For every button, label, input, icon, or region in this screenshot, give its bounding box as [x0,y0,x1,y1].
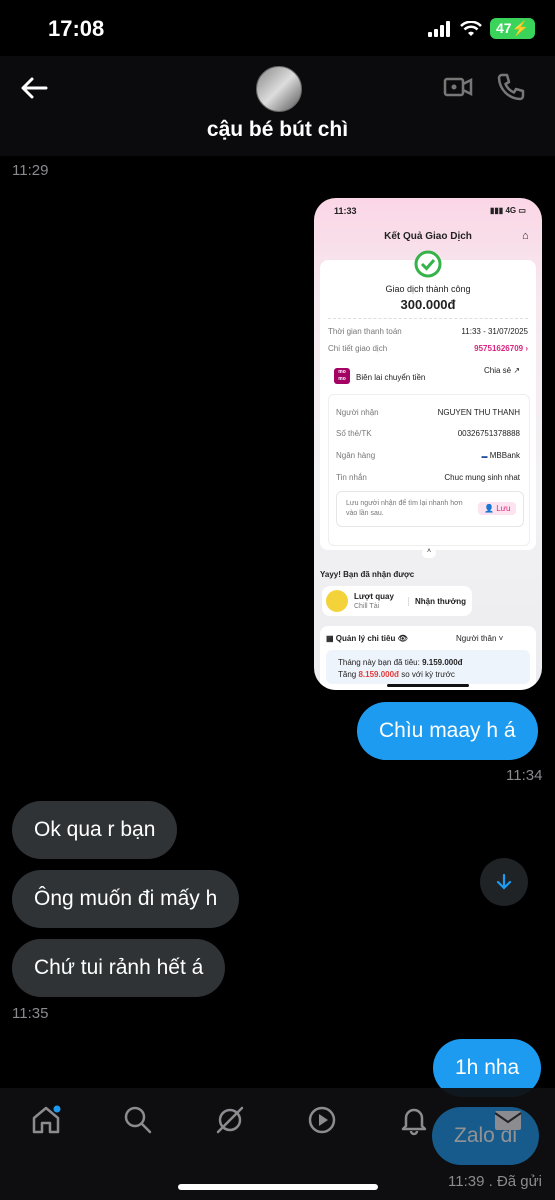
shot-status: ▮▮▮ 4G ▭ [490,206,526,215]
shot-receiver-value: NGUYEN THU THANH [437,408,520,417]
shot-account-label: Số thẻ/TK [336,429,372,438]
shot-save-button: Lưu [496,504,511,513]
shot-detail-value: 95751626709 [474,344,524,353]
shot-detail-label: Chi tiết giao dịch [328,344,388,353]
timestamp: 11:34 [506,767,543,784]
shot-success: Giao dịch thành công [385,284,471,294]
shot-bank-value: MBBank [489,451,520,460]
video-call-icon[interactable] [443,72,473,102]
mail-icon[interactable] [492,1104,524,1136]
incoming-message[interactable]: Ok qua r bạn [12,801,178,859]
shot-spending-title: Quản lý chi tiêu [335,634,396,643]
shot-amount: 300.000đ [400,297,456,312]
shot-increase-prefix: Tăng [338,670,357,679]
sent-status: . Đã gửi [488,1173,543,1190]
status-icons: 47⚡ [427,18,535,39]
shot-message-label: Tin nhắn [336,473,367,482]
contact-avatar[interactable] [256,66,302,112]
outgoing-message[interactable]: Chìu maay h á [357,702,538,760]
momo-logo: mo mo [334,368,350,384]
shot-receive-button: Nhận thưởng [408,597,466,606]
shot-spin-sub: Chill Tài [354,603,380,610]
home-indicator [178,1184,378,1190]
shot-home-indicator [387,684,469,687]
shot-spent-value: 9.159.000đ [422,658,463,667]
shot-receiver-label: Người nhận [336,408,379,417]
shot-home-icon: ⌂ [522,230,529,242]
shot-page-title: Kết Quả Giao Dịch [384,231,472,242]
check-icon [414,250,442,278]
shot-time: 11:33 [334,206,357,216]
signal-icon [427,20,450,37]
shot-network: 4G [505,206,517,215]
contact-name[interactable]: cậu bé bút chì [0,118,555,142]
incoming-message[interactable]: Chứ tui rảnh hết á [12,939,226,997]
shot-message-value: Chuc mung sinh nhat [444,473,520,482]
timestamp: 11:35 [12,1005,49,1022]
shot-increase-suffix: so với kỳ trước [401,670,455,679]
shot-time-value: 11:33 - 31/07/2025 [461,327,528,336]
image-message[interactable]: 11:33 ▮▮▮ 4G ▭ Kết Quả Giao Dịch ⌂ Giao … [314,198,542,690]
incoming-message[interactable]: Ông muốn đi mấy h [12,870,240,928]
shot-collapse-icon: ˄ [422,548,436,558]
divider [328,318,528,319]
timestamp: 11:29 [12,162,49,179]
scroll-down-button[interactable] [480,858,528,906]
shot-relatives: Người thân [456,634,497,643]
shot-yay: Yayy! Bạn đã nhận được [320,570,415,579]
timestamp: 11:39 [448,1173,485,1190]
wifi-icon [460,20,482,36]
search-icon[interactable] [122,1104,154,1136]
battery-level: 47 [495,20,512,36]
home-icon[interactable] [30,1104,62,1136]
video-icon[interactable] [306,1104,338,1136]
grok-icon[interactable] [214,1104,246,1136]
back-arrow-icon[interactable] [16,70,52,106]
bell-icon[interactable] [398,1104,430,1136]
shot-increase-value: 8.159.000đ [358,670,399,679]
shot-receipt-label: Biên lai chuyển tiền [356,373,426,382]
shot-spent-prefix: Tháng này bạn đã tiêu: [338,658,420,667]
battery-indicator: 47⚡ [489,18,535,39]
status-time: 17:08 [48,16,105,41]
shot-bank-label: Ngân hàng [336,451,376,460]
shot-account-value: 00326751378888 [457,429,520,438]
shot-time-label: Thời gian thanh toán [328,327,402,336]
scroll-down-icon [496,873,512,890]
shot-save-hint: Lưu người nhận để tìm lại nhanh hơn vào … [346,500,463,517]
phone-icon[interactable] [496,72,526,102]
shot-spin-avatar [326,590,348,612]
shot-spin-title: Lượt quay [354,592,394,601]
shot-share-label: Chia sẻ [484,366,512,375]
